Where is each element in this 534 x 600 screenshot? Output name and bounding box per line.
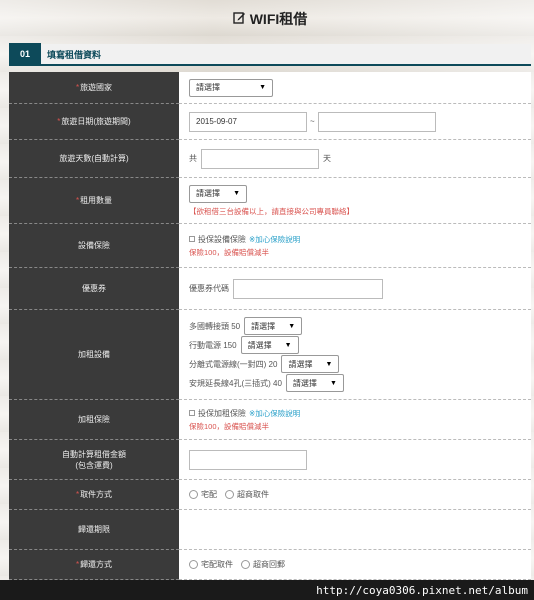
chevron-down-icon: ▼ [284, 341, 292, 349]
quantity-note: 【欲租借三台設備以上，請直接與公司專員聯絡】 [189, 206, 354, 216]
label-country: * 旅遊國家 [9, 72, 179, 104]
return-delivery-label: 宅配取件 [201, 560, 233, 569]
addon-insurance-price: 保險100，設備賠償減半 [189, 421, 270, 431]
section-header: 01 填寫租借資料 [9, 43, 531, 66]
addon-item: 分離式電源線(一對四) 20 請選擇 ▼ [189, 355, 521, 374]
addon-insurance-option: 投保加租保險 [198, 408, 246, 418]
edit-icon [233, 11, 246, 27]
coupon-caption: 優惠券代碼 [189, 284, 229, 293]
pickup-store-radio[interactable] [225, 490, 234, 499]
page-title-text: WIFI租借 [249, 11, 308, 27]
insurance-checkbox[interactable] [189, 236, 195, 242]
label-dates: * 旅遊日期(旅遊期間) [9, 104, 179, 140]
page-title: WIFI租借 [9, 0, 531, 38]
return-store-label: 超商回郵 [253, 560, 285, 569]
label-insurance: 設備保險 [9, 224, 179, 268]
row-pickup: * 取件方式 宅配 超商取件 [9, 480, 531, 510]
coupon-input[interactable] [233, 278, 383, 299]
label-return-method: * 歸還方式 [9, 550, 179, 580]
addon-item: 行動電源 150 請選擇 ▼ [189, 336, 521, 355]
row-addon-insurance: 加租保險 投保加租保險 ※加心保險說明 保險100，設備賠償減半 [9, 400, 531, 440]
chevron-down-icon: ▼ [233, 190, 240, 197]
row-coupon: 優惠券 優惠券代碼 [9, 268, 531, 310]
insurance-info-link[interactable]: ※加心保險說明 [249, 234, 300, 245]
row-addons: 加租設備 多國轉接頭 50 請選擇 ▼ 行動電源 150 請選擇 ▼ 分離式電源線(… [9, 310, 531, 400]
row-quantity: * 租用數量 請選擇 ▼ 【欲租借三台設備以上，請直接與公司專員聯絡】 [9, 178, 531, 224]
chevron-down-icon: ▼ [259, 84, 266, 91]
label-quantity: * 租用數量 [9, 178, 179, 224]
days-prefix: 共 [189, 154, 197, 163]
country-select[interactable]: 請選擇 ▼ [189, 78, 273, 97]
section-number: 01 [9, 43, 41, 65]
addon-insurance-checkbox[interactable] [189, 410, 195, 416]
watermark-text: http://coya0306.pixnet.net/album [316, 584, 528, 597]
addon-extension-select[interactable]: 請選擇 ▼ [285, 374, 344, 392]
rental-form-page: WIFI租借 01 填寫租借資料 * 旅遊國家 請選擇 ▼ * 旅遊日期(旅遊期間) … [9, 0, 531, 600]
addon-powerbank-select[interactable]: 請選擇 ▼ [240, 336, 299, 354]
row-country: * 旅遊國家 請選擇 ▼ [9, 72, 531, 104]
chevron-down-icon: ▼ [329, 379, 337, 387]
days-input[interactable] [201, 148, 319, 169]
chevron-down-icon: ▼ [325, 360, 333, 368]
addon-adapter-select[interactable]: 請選擇 ▼ [244, 317, 303, 335]
label-coupon: 優惠券 [9, 268, 179, 310]
addon-item: 安規延長線4孔(三插式) 40 請選擇 ▼ [189, 374, 521, 393]
insurance-option: 投保設備保險 [198, 234, 246, 244]
date-separator: ~ [310, 117, 315, 126]
row-insurance: 設備保險 投保設備保險 ※加心保險說明 保險100，設備賠償減半 [9, 224, 531, 268]
insurance-price: 保險100，設備賠償減半 [189, 247, 270, 257]
addon-insurance-info-link[interactable]: ※加心保險說明 [249, 408, 300, 419]
rental-form: * 旅遊國家 請選擇 ▼ * 旅遊日期(旅遊期間) 2015-09-07 ~ 旅遊天數… [9, 72, 531, 580]
addon-item: 多國轉接頭 50 請選擇 ▼ [189, 317, 521, 336]
pickup-store-label: 超商取件 [237, 490, 269, 499]
label-total: 自動計算租借金額 (包含運費) [9, 440, 179, 480]
row-days: 旅遊天數(自動計算) 共 天 [9, 140, 531, 178]
watermark-strip: http://coya0306.pixnet.net/album [0, 580, 534, 600]
pickup-delivery-label: 宅配 [201, 490, 217, 499]
section-title: 填寫租借資料 [47, 49, 102, 60]
label-addons: 加租設備 [9, 310, 179, 400]
pickup-delivery-radio[interactable] [189, 490, 198, 499]
row-return-method: * 歸還方式 宅配取件 超商回郵 [9, 550, 531, 580]
total-amount-field [189, 449, 307, 470]
start-date-input[interactable]: 2015-09-07 [189, 111, 307, 132]
return-delivery-radio[interactable] [189, 560, 198, 569]
label-addon-insurance: 加租保險 [9, 400, 179, 440]
label-days: 旅遊天數(自動計算) [9, 140, 179, 178]
row-dates: * 旅遊日期(旅遊期間) 2015-09-07 ~ [9, 104, 531, 140]
chevron-down-icon: ▼ [288, 322, 296, 330]
addon-splitter-select[interactable]: 請選擇 ▼ [281, 355, 340, 373]
end-date-input[interactable] [317, 111, 436, 132]
row-return-period: 歸還期限 [9, 510, 531, 550]
label-pickup: * 取件方式 [9, 480, 179, 510]
days-suffix: 天 [323, 154, 331, 163]
label-return-period: 歸還期限 [9, 510, 179, 550]
quantity-select[interactable]: 請選擇 ▼ [189, 184, 247, 203]
return-store-radio[interactable] [241, 560, 250, 569]
row-total: 自動計算租借金額 (包含運費) [9, 440, 531, 480]
